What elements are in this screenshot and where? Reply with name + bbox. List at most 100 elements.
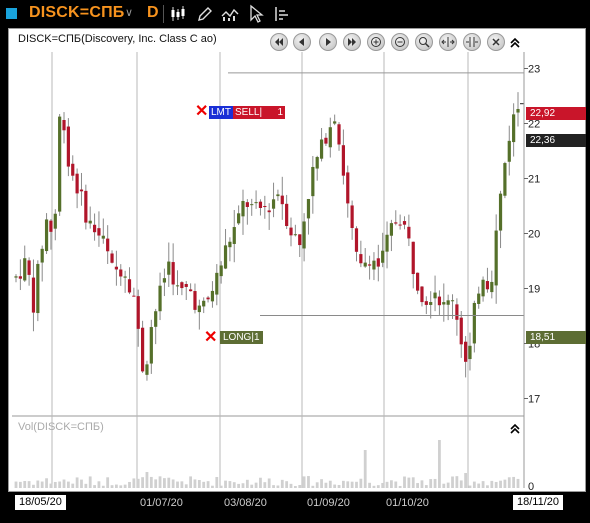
- volume-bar: [416, 483, 419, 488]
- volume-bar: [49, 483, 53, 488]
- fit-icon[interactable]: [439, 33, 457, 51]
- volume-title: Vol(DISCK=СПБ): [18, 421, 104, 433]
- volume-bar: [145, 472, 149, 488]
- candle: [215, 272, 219, 295]
- volume-bar: [503, 479, 507, 488]
- candle: [84, 190, 88, 223]
- volume-bar: [293, 485, 297, 488]
- cancel-order-icon[interactable]: ✕: [195, 104, 208, 120]
- candle: [136, 296, 140, 329]
- y-tick-label: 17: [528, 394, 540, 406]
- volume-bar: [154, 479, 158, 488]
- volume-bar: [368, 482, 371, 488]
- volume-bar: [254, 482, 258, 488]
- volume-bar: [132, 478, 136, 488]
- y-tick-label: 20: [528, 229, 540, 241]
- collapse-volume-icon[interactable]: [509, 423, 521, 435]
- candle: [424, 301, 428, 305]
- volume-bar: [280, 479, 284, 488]
- candle: [258, 201, 263, 208]
- volume-bar: [45, 478, 48, 488]
- candle: [162, 278, 167, 283]
- order-side-label[interactable]: SELL| 1: [233, 106, 285, 119]
- candle: [385, 234, 389, 252]
- volume-bar: [206, 481, 210, 488]
- volume-bar: [481, 481, 485, 488]
- candle: [114, 266, 118, 270]
- candle: [289, 227, 293, 236]
- candle: [376, 258, 380, 267]
- zoom-in-icon[interactable]: [367, 33, 385, 51]
- scroll-end-icon[interactable]: [343, 33, 361, 51]
- volume-bar: [341, 480, 345, 488]
- candle: [363, 262, 367, 267]
- candle: [293, 234, 297, 236]
- candle: [411, 241, 415, 275]
- volume-bar: [27, 481, 31, 488]
- zoom-box-icon[interactable]: [415, 33, 433, 51]
- candle: [263, 205, 267, 208]
- candle: [237, 213, 241, 224]
- candle: [210, 290, 215, 302]
- order-side-text: SELL|: [235, 107, 263, 118]
- volume-bar: [494, 481, 498, 488]
- price-chart[interactable]: 171819202122230: [0, 0, 590, 523]
- candle: [464, 341, 468, 362]
- volume-bar: [355, 481, 358, 488]
- candle: [110, 253, 114, 263]
- candle: [49, 220, 53, 232]
- candle: [149, 327, 153, 364]
- zoom-out-icon[interactable]: [391, 33, 409, 51]
- candle: [319, 139, 324, 159]
- candle: [420, 286, 424, 303]
- volume-bar: [451, 476, 454, 488]
- candle: [267, 210, 271, 213]
- volume-bar: [193, 479, 197, 488]
- volume-bar: [350, 481, 354, 488]
- volume-bar: [516, 478, 520, 488]
- volume-bar: [263, 482, 267, 488]
- volume-bar: [228, 481, 232, 488]
- date-label: 03/08/20: [224, 497, 267, 509]
- volume-bar: [123, 484, 127, 488]
- collapse-panel-icon[interactable]: [509, 37, 521, 49]
- candle: [442, 302, 446, 305]
- volume-bar: [167, 477, 171, 488]
- candle: [18, 276, 22, 279]
- volume-bar: [66, 481, 70, 488]
- candle: [158, 285, 162, 312]
- volume-bar: [93, 485, 96, 488]
- volume-bar: [429, 479, 433, 488]
- close-icon[interactable]: [487, 33, 505, 51]
- scroll-right-icon[interactable]: [319, 33, 337, 51]
- candle: [36, 263, 40, 314]
- volume-bar: [446, 482, 450, 488]
- volume-bar: [376, 485, 380, 488]
- candle: [472, 302, 476, 344]
- order-type-label[interactable]: LMT: [209, 106, 233, 119]
- volume-bar: [420, 480, 424, 488]
- scroll-left-icon[interactable]: [293, 33, 311, 51]
- volume-bar: [324, 482, 328, 488]
- candle: [184, 284, 188, 287]
- compress-icon[interactable]: [463, 33, 481, 51]
- candle: [367, 264, 372, 266]
- volume-bar: [411, 477, 415, 488]
- candle: [197, 305, 201, 313]
- candle: [123, 276, 127, 278]
- candle: [206, 297, 210, 300]
- close-position-icon[interactable]: ✕: [204, 330, 217, 346]
- position-label[interactable]: LONG|1: [220, 331, 263, 344]
- candle: [171, 262, 175, 285]
- volume-bar: [385, 481, 389, 488]
- candle: [79, 189, 84, 192]
- candle: [180, 282, 184, 289]
- volume-bar: [128, 481, 131, 488]
- candle: [101, 235, 105, 239]
- candle: [132, 295, 136, 297]
- volume-bar: [245, 479, 249, 488]
- volume-bar: [23, 481, 27, 488]
- volume-bar: [499, 480, 502, 488]
- scroll-start-icon[interactable]: [270, 33, 288, 51]
- volume-bar: [97, 481, 101, 488]
